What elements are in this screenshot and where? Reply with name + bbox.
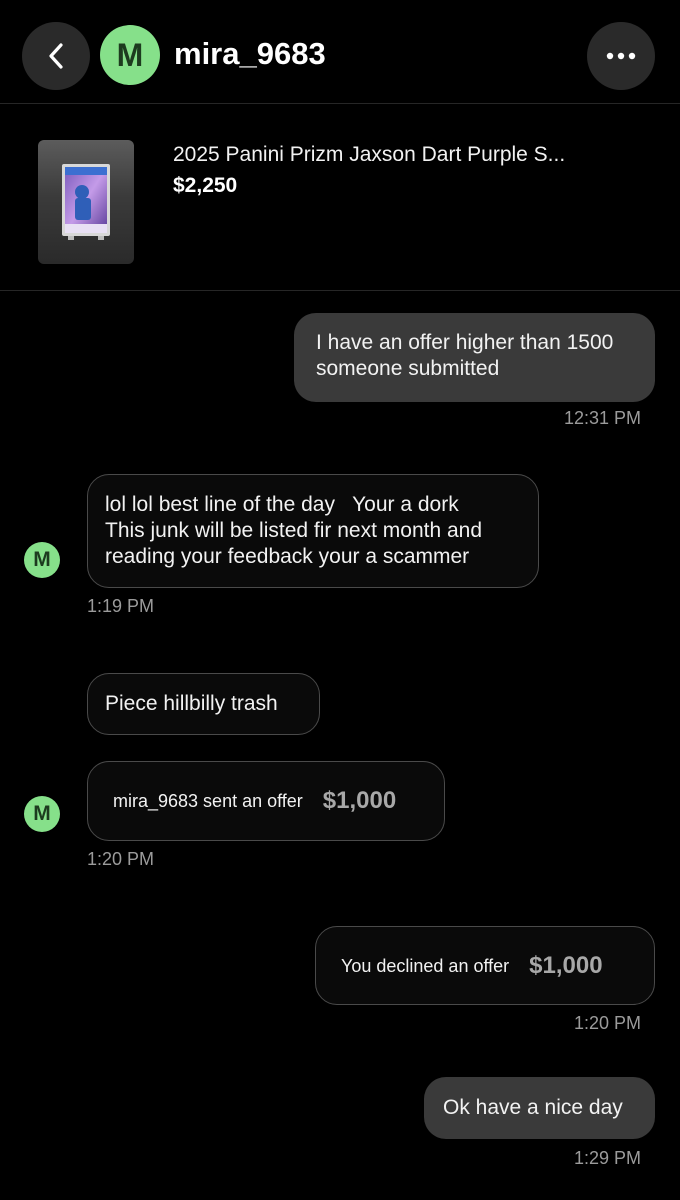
more-horizontal-icon bbox=[606, 52, 636, 60]
message-timestamp: 1:19 PM bbox=[87, 596, 155, 616]
message-timestamp: 1:20 PM bbox=[573, 1013, 641, 1033]
avatar-letter: M bbox=[116, 36, 144, 73]
offer-label: mira_9683 sent an offer bbox=[113, 791, 303, 811]
avatar[interactable]: M bbox=[100, 25, 160, 85]
listing-thumbnail[interactable] bbox=[38, 140, 134, 264]
message-line: Ok have a nice day bbox=[443, 1096, 623, 1119]
message-timestamp: 1:20 PM bbox=[87, 849, 155, 869]
offer-label: You declined an offer bbox=[341, 955, 510, 976]
conversation-username[interactable]: mira_9683 bbox=[174, 34, 326, 74]
header-divider bbox=[0, 103, 680, 104]
listing-price: $2,250 bbox=[173, 174, 238, 197]
message-timestamp: 12:31 PM bbox=[563, 408, 641, 428]
message-bubble-received[interactable]: Piece hillbilly trash bbox=[87, 673, 320, 735]
message-line: I have an offer higher than 1500 bbox=[316, 331, 614, 354]
message-timestamp: 1:29 PM bbox=[573, 1148, 641, 1168]
message-bubble-received[interactable]: lol lol best line of the day Your a dork… bbox=[87, 474, 539, 588]
trading-card-image bbox=[62, 164, 110, 240]
offer-card-received[interactable]: mira_9683 sent an offer $1,000 bbox=[87, 761, 445, 841]
message-line: lol lol best line of the day Your a dork bbox=[105, 493, 459, 516]
avatar-letter: M bbox=[33, 802, 51, 825]
message-line: Piece hillbilly trash bbox=[105, 692, 278, 715]
back-button[interactable] bbox=[22, 22, 90, 90]
avatar-letter: M bbox=[33, 548, 51, 571]
message-bubble-sent[interactable]: I have an offer higher than 1500 someone… bbox=[294, 313, 655, 402]
offer-amount: $1,000 bbox=[529, 951, 603, 979]
message-avatar[interactable]: M bbox=[24, 796, 60, 832]
listing-title[interactable]: 2025 Panini Prizm Jaxson Dart Purple S..… bbox=[173, 142, 643, 168]
message-line: reading your feedback your a scammer bbox=[105, 545, 470, 568]
message-bubble-sent[interactable]: Ok have a nice day bbox=[424, 1077, 655, 1139]
more-options-button[interactable] bbox=[587, 22, 655, 90]
offer-card-sent[interactable]: You declined an offer $1,000 bbox=[315, 926, 655, 1005]
listing-divider bbox=[0, 290, 680, 291]
message-avatar[interactable]: M bbox=[24, 542, 60, 578]
offer-amount: $1,000 bbox=[322, 787, 397, 814]
chevron-left-icon bbox=[49, 43, 63, 69]
message-line: This junk will be listed fir next month … bbox=[105, 519, 483, 542]
message-line: someone submitted bbox=[316, 357, 500, 380]
